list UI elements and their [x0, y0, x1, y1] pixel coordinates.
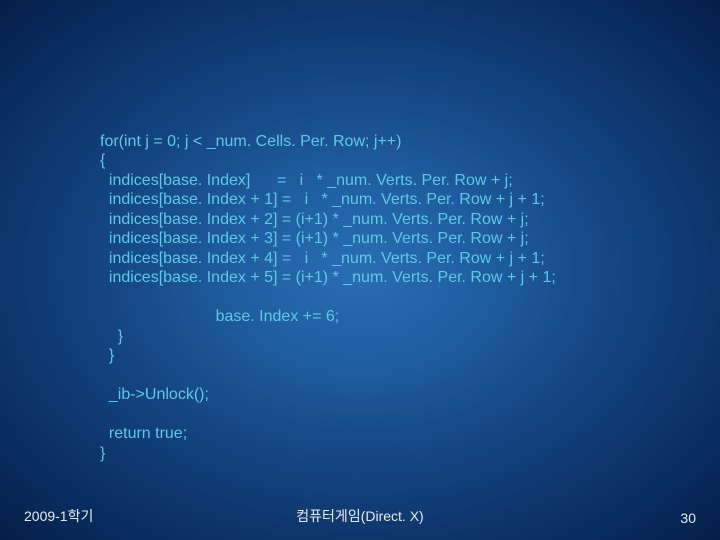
code-block: for(int j = 0; j < _num. Cells. Per. Row…: [100, 112, 556, 483]
code-line: base. Index += 6;: [100, 308, 339, 325]
code-line: _ib->Unlock();: [100, 386, 209, 403]
code-line: indices[base. Index] = i * _num. Verts. …: [100, 172, 513, 189]
code-line: for(int j = 0; j < _num. Cells. Per. Row…: [100, 133, 401, 150]
code-line: }: [100, 445, 105, 462]
code-line: }: [100, 328, 123, 345]
code-line: indices[base. Index + 2] = (i+1) * _num.…: [100, 211, 529, 228]
code-line: {: [100, 152, 105, 169]
footer-left: 2009-1학기: [24, 506, 93, 526]
code-line: return true;: [100, 425, 187, 442]
footer-right: 30: [680, 510, 696, 526]
code-line: indices[base. Index + 4] = i * _num. Ver…: [100, 250, 545, 267]
code-line: indices[base. Index + 1] = i * _num. Ver…: [100, 191, 545, 208]
code-line: indices[base. Index + 3] = (i+1) * _num.…: [100, 230, 529, 247]
code-line: indices[base. Index + 5] = (i+1) * _num.…: [100, 269, 556, 286]
code-line: }: [100, 347, 114, 364]
slide: for(int j = 0; j < _num. Cells. Per. Row…: [0, 0, 720, 540]
footer-center: 컴퓨터게임(Direct. X): [296, 506, 423, 526]
